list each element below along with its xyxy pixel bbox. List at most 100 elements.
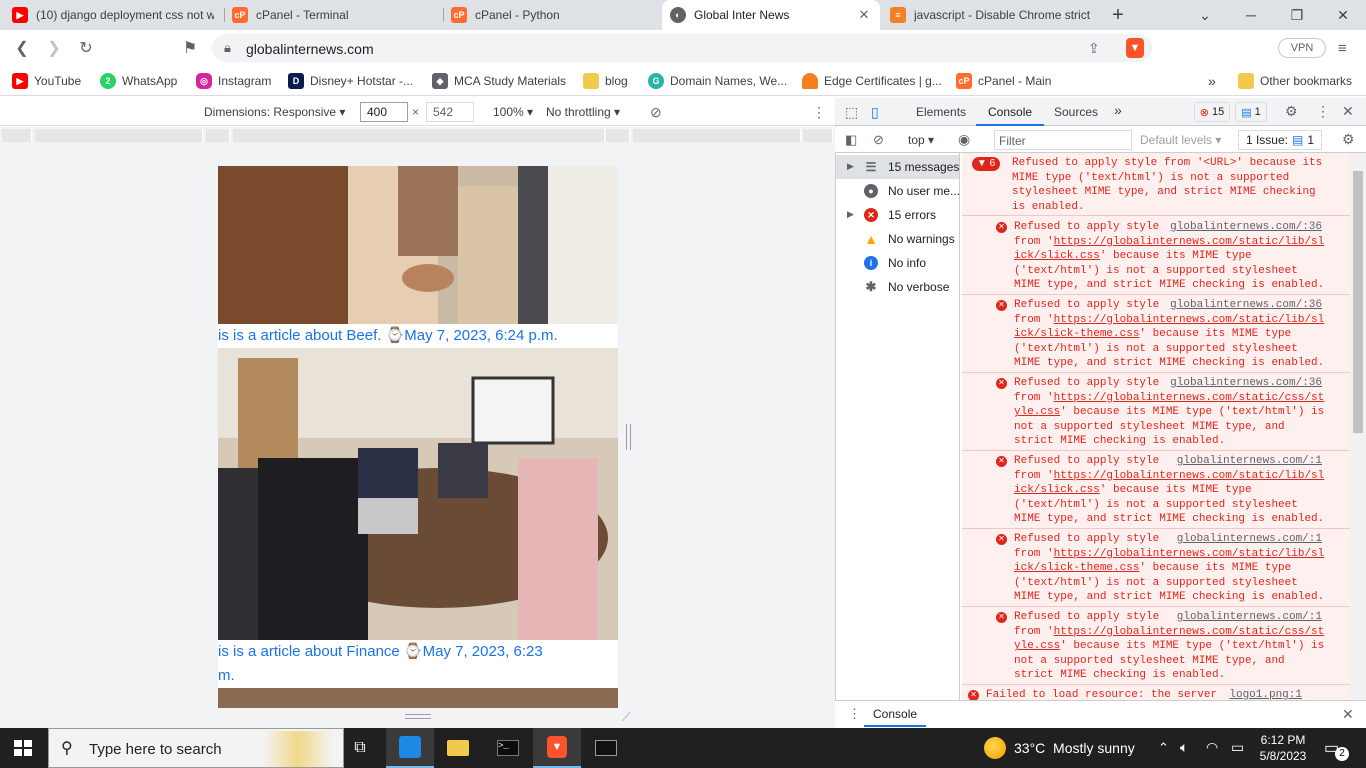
clear-console-icon[interactable]: ⊘: [873, 132, 884, 148]
filter-input[interactable]: Filter: [994, 130, 1132, 150]
height-input[interactable]: 542: [426, 102, 474, 122]
devtools-menu-icon[interactable]: ⋮: [1316, 103, 1330, 120]
expand-arrow-icon[interactable]: ▶: [847, 209, 854, 220]
brave-browser-icon[interactable]: ▼: [533, 728, 581, 768]
resource-link[interactable]: ick/slick-theme.css: [1014, 562, 1139, 574]
other-bookmarks[interactable]: Other bookmarks: [1238, 73, 1352, 89]
bookmark-mca-study[interactable]: ◆ MCA Study Materials: [432, 73, 566, 89]
bookmark-instagram[interactable]: ◎ Instagram: [196, 73, 271, 89]
bookmarks-overflow[interactable]: »: [1208, 73, 1216, 89]
console-error-row[interactable]: ✕ Failed to load resource: the server lo…: [962, 685, 1350, 700]
resource-link[interactable]: https://globalinternews.com/static/lib/s…: [1054, 548, 1325, 560]
tab-stackoverflow[interactable]: ≡ javascript - Disable Chrome strict: [882, 0, 1100, 30]
menu-icon[interactable]: ≡: [1338, 40, 1347, 57]
sidebar-item-messages[interactable]: ☰ 15 messages: [864, 160, 960, 174]
article-caption[interactable]: is is a article about Finance ⌚May 7, 20…: [218, 640, 618, 664]
console-group[interactable]: ▼ 6 Refused to apply style from '<URL>' …: [962, 153, 1350, 216]
more-options-icon[interactable]: ⋮: [812, 104, 826, 121]
new-tab-button[interactable]: +: [1098, 0, 1138, 30]
bookmark-hotstar[interactable]: D Disney+ Hotstar -...: [288, 73, 413, 89]
zoom-select[interactable]: 100% ▾: [493, 105, 533, 119]
bookmark-icon[interactable]: ⚑: [178, 36, 202, 60]
rotate-icon[interactable]: ⊘: [650, 104, 662, 121]
device-toggle-icon[interactable]: ▯: [871, 104, 879, 121]
settings-gear-icon[interactable]: ⚙: [1285, 103, 1298, 120]
resize-corner-icon[interactable]: ⟋: [622, 710, 630, 725]
console-error-row[interactable]: ✕ Refused to apply style from 'https://g…: [962, 217, 1350, 295]
resource-link[interactable]: ick/slick-theme.css: [1014, 328, 1139, 340]
resource-link[interactable]: https://globalinternews.com/static/css/s…: [1054, 626, 1325, 638]
windows-start-icon[interactable]: [14, 740, 32, 756]
console-settings-icon[interactable]: ⚙: [1342, 131, 1355, 148]
source-link[interactable]: logo1.png:1: [1229, 688, 1302, 700]
console-scrollbar[interactable]: [1350, 153, 1366, 700]
width-input[interactable]: 400: [360, 102, 408, 122]
resource-link[interactable]: ick/slick.css: [1014, 250, 1100, 262]
sidebar-toggle-icon[interactable]: ◧: [845, 132, 857, 148]
source-link[interactable]: globalinternews.com/:36: [1170, 376, 1322, 391]
sidebar-item-info[interactable]: i No info: [864, 256, 926, 270]
maximize-button[interactable]: ❐: [1274, 0, 1320, 30]
dimensions-select[interactable]: Dimensions: Responsive ▾: [204, 105, 345, 119]
throttling-select[interactable]: No throttling ▾: [546, 105, 620, 119]
cmd-window-icon[interactable]: [582, 728, 630, 768]
weather-text[interactable]: 33°C Mostly sunny: [1014, 740, 1135, 756]
vscode-icon[interactable]: [386, 728, 434, 768]
reload-icon[interactable]: ↻: [74, 36, 98, 60]
issues-button[interactable]: 1 Issue: ▤ 1: [1238, 130, 1322, 150]
clock[interactable]: 6:12 PM 5/8/2023: [1258, 732, 1308, 764]
bookmark-youtube[interactable]: ▶ YouTube: [12, 73, 81, 89]
scrollbar-thumb[interactable]: [1353, 171, 1363, 433]
resource-link[interactable]: yle.css: [1014, 640, 1060, 652]
taskbar-search[interactable]: ⚲ Type here to search: [48, 728, 344, 768]
tab-cpanel-terminal[interactable]: cP cPanel - Terminal: [224, 0, 442, 30]
back-icon[interactable]: ❮: [10, 36, 34, 60]
resize-handle-bottom[interactable]: [405, 714, 431, 719]
source-link[interactable]: globalinternews.com/:36: [1170, 298, 1322, 313]
context-select[interactable]: top ▾: [908, 133, 934, 147]
url-text[interactable]: globalinternews.com: [246, 41, 374, 57]
tab-global-inter-news[interactable]: ◐ Global Inter News ✕: [662, 0, 880, 30]
live-expression-eye-icon[interactable]: ◉: [958, 131, 970, 148]
bookmark-blog[interactable]: blog: [583, 73, 628, 89]
source-link[interactable]: globalinternews.com/:36: [1170, 220, 1322, 235]
tab-elements[interactable]: Elements: [916, 105, 966, 119]
forward-icon[interactable]: ❯: [42, 36, 66, 60]
resource-link[interactable]: ick/slick.css: [1014, 484, 1100, 496]
weather-sun-icon[interactable]: [984, 737, 1006, 759]
resize-handle-right[interactable]: [626, 424, 631, 450]
sidebar-item-errors[interactable]: ✕ 15 errors: [864, 208, 936, 222]
source-link[interactable]: globalinternews.com/:1: [1177, 454, 1322, 469]
file-explorer-icon[interactable]: [434, 728, 482, 768]
resource-link[interactable]: https://globalinternews.com/static/lib/s…: [1054, 470, 1325, 482]
tab-sources[interactable]: Sources: [1054, 105, 1098, 119]
terminal-icon[interactable]: >_: [484, 728, 532, 768]
task-view-icon[interactable]: ⧉: [336, 728, 384, 768]
volume-icon[interactable]: 🔈︎: [1180, 739, 1188, 756]
wifi-icon[interactable]: ◠: [1206, 739, 1218, 756]
console-error-row[interactable]: ✕ Refused to apply style from 'https://g…: [962, 295, 1350, 373]
levels-select[interactable]: Default levels ▾: [1140, 133, 1221, 147]
minimize-button[interactable]: ─: [1228, 0, 1274, 30]
more-tabs-icon[interactable]: »: [1114, 102, 1122, 118]
resource-link[interactable]: https://globalinternews.com/static/css/s…: [1054, 392, 1325, 404]
close-window-button[interactable]: ✕: [1320, 0, 1366, 30]
close-tab-icon[interactable]: ✕: [856, 7, 872, 23]
sidebar-item-warnings[interactable]: ▲ No warnings: [864, 231, 955, 247]
expand-arrow-icon[interactable]: ▶: [847, 161, 854, 172]
drawer-menu-icon[interactable]: ⋮: [848, 706, 861, 722]
resource-link[interactable]: https://globalinternews.com/static/lib/s…: [1054, 314, 1325, 326]
tab-youtube[interactable]: ▶ (10) django deployment css not w: [4, 0, 222, 30]
console-error-row[interactable]: ✕ Refused to apply style from 'https://g…: [962, 529, 1350, 607]
tray-chevron-icon[interactable]: ⌃: [1158, 740, 1169, 756]
bookmark-cpanel-main[interactable]: cP cPanel - Main: [956, 73, 1051, 89]
brave-shield-icon[interactable]: ▼: [1126, 38, 1144, 58]
source-link[interactable]: globalinternews.com/:1: [1177, 610, 1322, 625]
tab-search-icon[interactable]: ⌄: [1182, 0, 1228, 30]
close-drawer-icon[interactable]: ✕: [1342, 706, 1354, 723]
sidebar-item-user-messages[interactable]: ● No user me...: [864, 184, 960, 198]
tab-cpanel-python[interactable]: cP cPanel - Python: [443, 0, 661, 30]
resource-link[interactable]: yle.css: [1014, 406, 1060, 418]
inspect-icon[interactable]: ⬚: [845, 104, 858, 121]
drawer-tab-console[interactable]: Console: [873, 707, 917, 721]
